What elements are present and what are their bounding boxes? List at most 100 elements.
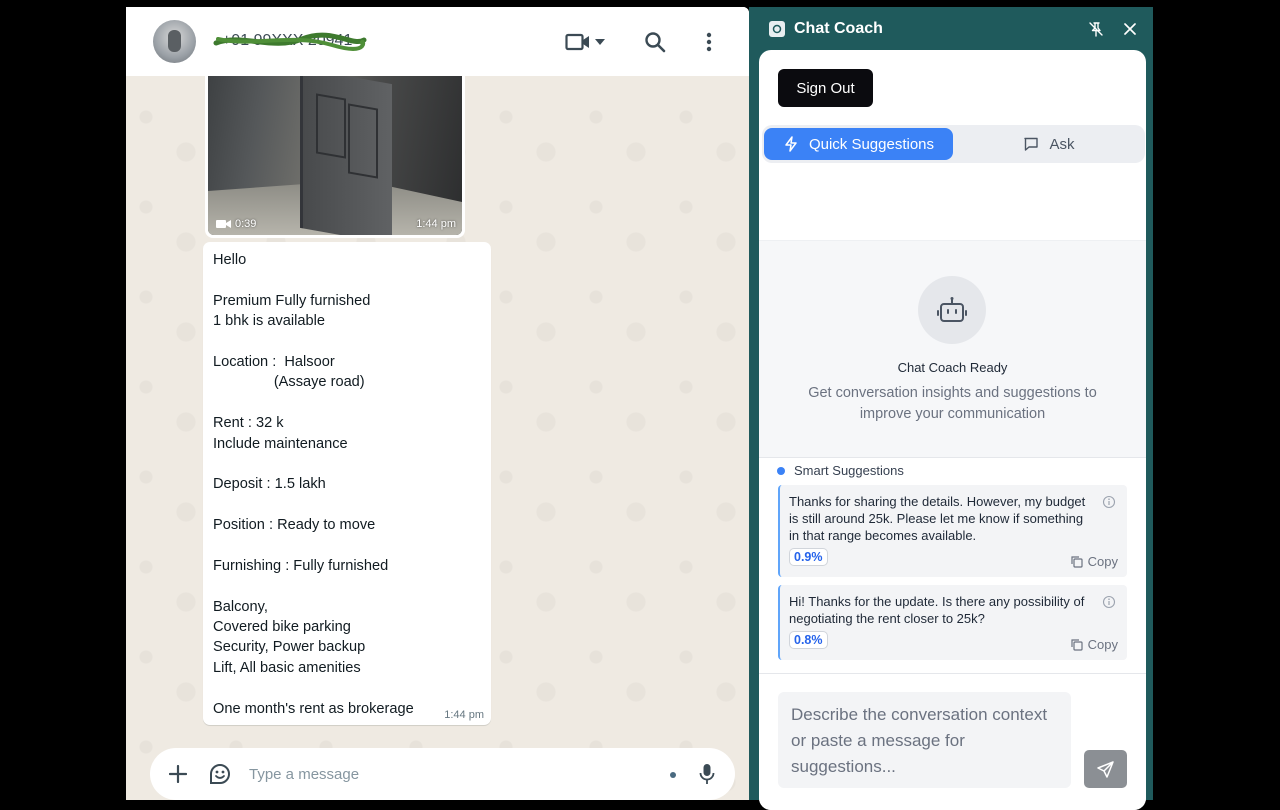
copy-icon — [1071, 639, 1083, 651]
sticker-icon — [210, 764, 230, 784]
message-line: (Assaye road) — [213, 374, 365, 391]
tab-ask[interactable]: Ask — [955, 128, 1143, 160]
video-camera-icon — [216, 220, 231, 228]
pin-off-icon — [1089, 22, 1103, 37]
message-line: Deposit : 1.5 lakh — [213, 476, 326, 493]
chat-header: +91 99XXX 20941 — [126, 7, 749, 76]
video-message[interactable]: 0:39 1:44 pm — [205, 76, 465, 238]
ask-area — [759, 673, 1146, 810]
message-line: Security, Power backup — [213, 639, 366, 656]
video-message-time: 1:44 pm — [416, 218, 456, 230]
status-dot — [670, 772, 676, 778]
redaction-scribble — [213, 32, 367, 51]
video-frame-panel — [348, 103, 378, 179]
chat-menu-button[interactable] — [695, 28, 723, 56]
menu-kebab-icon — [706, 32, 712, 52]
message-line: Covered bike parking — [213, 619, 351, 636]
video-duration-text: 0:39 — [235, 218, 257, 230]
message-line — [213, 393, 481, 413]
message-line — [213, 270, 481, 290]
chat-bubble-icon — [1024, 137, 1039, 151]
copy-label: Copy — [1087, 554, 1118, 569]
suggestion-card[interactable]: Hi! Thanks for the update. Is there any … — [778, 585, 1127, 660]
unpin-button[interactable] — [1087, 20, 1105, 38]
message-input[interactable] — [249, 762, 649, 786]
message-line: Rent : 32 k — [213, 415, 284, 432]
voice-message-button[interactable] — [693, 760, 721, 788]
message-line — [213, 454, 481, 474]
smart-suggestions-label: Smart Suggestions — [794, 463, 904, 478]
info-icon[interactable] — [1102, 495, 1116, 509]
copy-icon — [1071, 556, 1083, 568]
send-button[interactable] — [1084, 750, 1127, 788]
message-line — [213, 495, 481, 515]
coach-titlebar: Chat Coach — [749, 7, 1153, 49]
coach-title: Chat Coach — [794, 20, 883, 37]
message-line — [213, 332, 481, 352]
video-call-icon — [565, 33, 589, 51]
message-time: 1:44 pm — [444, 709, 484, 721]
copy-button[interactable]: Copy — [1070, 637, 1118, 652]
message-line: Balcony, — [213, 598, 268, 615]
confidence-badge: 0.9% — [789, 548, 828, 566]
sticker-button[interactable] — [206, 760, 234, 788]
message-line: Lift, All basic amenities — [213, 659, 361, 676]
message-line: Hello — [213, 252, 247, 268]
message-line: Include maintenance — [213, 435, 348, 452]
mic-icon — [699, 764, 715, 784]
ready-title: Chat Coach Ready — [897, 360, 1008, 375]
heading-bullet — [777, 466, 785, 475]
search-button[interactable] — [641, 28, 669, 56]
plus-icon — [169, 765, 187, 783]
text-message[interactable]: Hello Premium Fully furnished 1 bhk is ava… — [203, 242, 491, 725]
message-composer — [150, 748, 735, 800]
video-frame-panel — [316, 93, 346, 159]
suggestion-text: Thanks for sharing the details. However,… — [789, 494, 1086, 543]
context-input[interactable] — [778, 692, 1071, 788]
video-call-dropdown[interactable] — [592, 28, 608, 56]
robot-avatar — [918, 276, 986, 344]
tab-ask-label: Ask — [1049, 135, 1075, 153]
message-line: Location : Halsoor — [213, 353, 335, 370]
message-line: Position : Ready to move — [213, 517, 376, 534]
copy-button[interactable]: Copy — [1070, 554, 1118, 569]
message-line: 1 bhk is available — [213, 313, 325, 330]
confidence-badge: 0.8% — [789, 631, 828, 649]
search-icon — [645, 32, 666, 53]
message-line: One month's rent as brokerage — [213, 700, 414, 717]
copy-label: Copy — [1087, 637, 1118, 652]
suggestion-card[interactable]: Thanks for sharing the details. However,… — [778, 485, 1127, 577]
coach-logo-icon — [769, 21, 785, 37]
sign-out-button[interactable]: Sign Out — [778, 69, 873, 107]
video-call-button[interactable] — [564, 28, 592, 56]
message-line — [213, 576, 481, 596]
suggestions-list[interactable]: Thanks for sharing the details. However,… — [778, 485, 1127, 673]
video-thumbnail[interactable]: 0:39 1:44 pm — [208, 76, 462, 235]
ready-description: Get conversation insights and suggestion… — [808, 385, 1097, 422]
message-line — [213, 678, 481, 698]
info-icon[interactable] — [1102, 595, 1116, 609]
chat-coach-panel: Chat Coach Sign Out Quick Suggestions As… — [749, 7, 1153, 810]
message-line: Furnishing : Fully furnished — [213, 557, 389, 574]
coach-tabs: Quick Suggestions Ask — [762, 125, 1145, 163]
contact-avatar[interactable] — [153, 20, 196, 63]
tab-quick-suggestions-label: Quick Suggestions — [808, 135, 935, 153]
video-duration: 0:39 — [216, 218, 256, 230]
coach-card: Sign Out Quick Suggestions Ask Chat Coac… — [759, 50, 1146, 810]
smart-suggestions-heading: Smart Suggestions — [777, 463, 904, 478]
robot-icon — [937, 297, 967, 322]
tab-quick-suggestions[interactable]: Quick Suggestions — [764, 128, 953, 160]
suggestion-text: Hi! Thanks for the update. Is there any … — [789, 594, 1085, 626]
attach-button[interactable] — [164, 760, 192, 788]
close-icon — [1124, 23, 1136, 35]
video-frame-door — [300, 76, 392, 235]
chat-pane: +91 99XXX 20941 0:39 1:44 pm Hello Premi… — [126, 7, 749, 800]
lightning-icon — [785, 136, 797, 152]
message-line — [213, 535, 481, 555]
message-line: Premium Fully furnished — [213, 292, 371, 309]
send-icon — [1097, 760, 1114, 778]
coach-ready-state: Chat Coach Ready Get conversation insigh… — [759, 240, 1146, 458]
close-panel-button[interactable] — [1121, 20, 1139, 38]
message-body: Hello Premium Fully furnished 1 bhk is ava… — [213, 250, 481, 719]
chevron-down-icon — [595, 39, 605, 45]
